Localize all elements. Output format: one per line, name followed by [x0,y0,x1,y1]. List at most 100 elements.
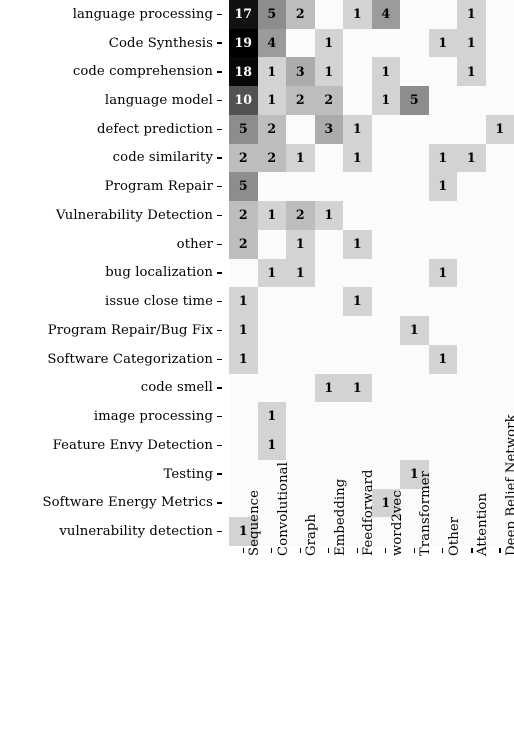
y-axis-label-text: Program Repair/Bug Fix [47,322,213,338]
heatmap-cell: 1 [428,28,457,58]
heatmap-cell [428,402,457,432]
heatmap-cell-value: 5 [238,178,248,194]
heatmap-cell [485,57,514,87]
heatmap-cell [229,258,258,288]
heatmap-cell-value: 2 [238,207,248,223]
x-axis-label: Transformer [418,470,434,556]
heatmap-cell-value: 1 [352,149,362,165]
heatmap-cell [343,344,372,374]
heatmap-cell [485,344,514,374]
y-axis-label: Software Energy Metrics [0,489,222,518]
heatmap-cell: 1 [343,143,372,173]
heatmap-cell [400,344,429,374]
heatmap-cell [457,114,486,144]
heatmap-cell: 1 [257,201,286,230]
heatmap-cell [343,258,372,288]
heatmap-cell-value: 1 [466,34,476,50]
heatmap-cell [371,287,400,317]
y-axis-tick [217,157,222,159]
heatmap-cell: 1 [229,316,258,345]
heatmap-cell [400,229,429,259]
heatmap-cell: 1 [457,143,486,173]
heatmap-cell [371,201,400,230]
heatmap-cell [314,143,343,173]
heatmap-cell [286,402,315,432]
heatmap-cell [371,431,400,460]
heatmap-cell [286,316,315,345]
heatmap-cell-value: 2 [324,92,334,108]
y-axis-tick [217,13,222,16]
heatmap-cell-value: 2 [238,149,248,165]
heatmap-cell: 1 [428,143,457,173]
y-axis-label-text: Code Synthesis [108,35,213,51]
heatmap-cell: 2 [257,143,286,173]
y-axis-tick [217,415,222,418]
heatmap-cell: 1 [314,201,343,230]
heatmap-cell-value: 1 [267,63,277,79]
x-axis-tick [299,548,301,553]
heatmap-cell-value: 1 [267,437,277,453]
heatmap-cell [457,172,486,202]
heatmap-cell-value: 18 [234,63,253,79]
heatmap-cell: 1 [343,229,372,259]
heatmap-cell-value: 1 [438,149,448,165]
heatmap-cell [485,28,514,58]
heatmap-cell-value: 1 [466,149,476,165]
heatmap-cell [371,28,400,58]
y-axis-tick [217,272,222,274]
x-axis-tick [356,548,358,553]
heatmap-cell: 1 [485,114,514,144]
heatmap-cell [286,373,315,403]
heatmap-cell: 1 [314,57,343,87]
heatmap-cell-value: 1 [352,121,362,136]
y-axis-label-text: vulnerability detection [59,524,213,540]
heatmap-cell-value: 1 [295,264,305,280]
heatmap-cell: 17 [229,0,258,29]
heatmap-cell [314,402,343,432]
heatmap-cell: 1 [343,114,372,144]
y-axis-labels: language processing Code Synthesis code co… [0,0,222,546]
heatmap-cell: 1 [229,287,258,317]
heatmap-cell [428,86,457,115]
heatmap-cell [371,373,400,403]
heatmap-cell [457,201,486,230]
heatmap-cell: 1 [400,316,429,345]
heatmap-cell-value: 1 [238,322,248,338]
y-axis-label-text: other [176,236,213,252]
y-axis-tick [217,128,222,130]
heatmap-cell [314,316,343,345]
heatmap-cell [428,287,457,317]
heatmap-cell [371,172,400,202]
y-axis-tick [217,387,222,389]
heatmap-cell [457,402,486,432]
y-axis-tick [217,214,222,217]
x-axis-tick [385,548,387,553]
y-axis-label: Software Categorization [0,345,222,374]
x-axis-label: Feedforward [361,469,377,556]
heatmap-cell [314,172,343,202]
y-axis-label: Vulnerability Detection [0,201,222,230]
y-axis-label: other [0,230,222,259]
heatmap-cell [314,229,343,259]
heatmap-cell: 1 [343,373,372,403]
heatmap-cell: 19 [229,28,258,58]
heatmap-cell [400,172,429,202]
heatmap-cell [371,258,400,288]
x-axis-tick [413,548,415,553]
heatmap-cell-value: 1 [466,6,476,22]
heatmap-cell [457,287,486,317]
y-axis-label: code smell [0,374,222,403]
x-axis-tick [271,548,273,553]
y-axis-tick [217,502,222,504]
y-axis-label-text: code smell [140,380,213,396]
y-axis-label: code similarity [0,144,222,173]
heatmap-cell [428,114,457,144]
heatmap-cell-value: 1 [352,379,362,395]
heatmap-cell: 1 [457,0,486,29]
heatmap-cell-value: 1 [267,207,277,223]
y-axis-label-text: language model [104,92,213,108]
heatmap-cell [400,258,429,288]
heatmap-cell: 3 [314,114,343,144]
y-axis-tick [217,358,222,360]
heatmap-cell: 1 [314,373,343,403]
